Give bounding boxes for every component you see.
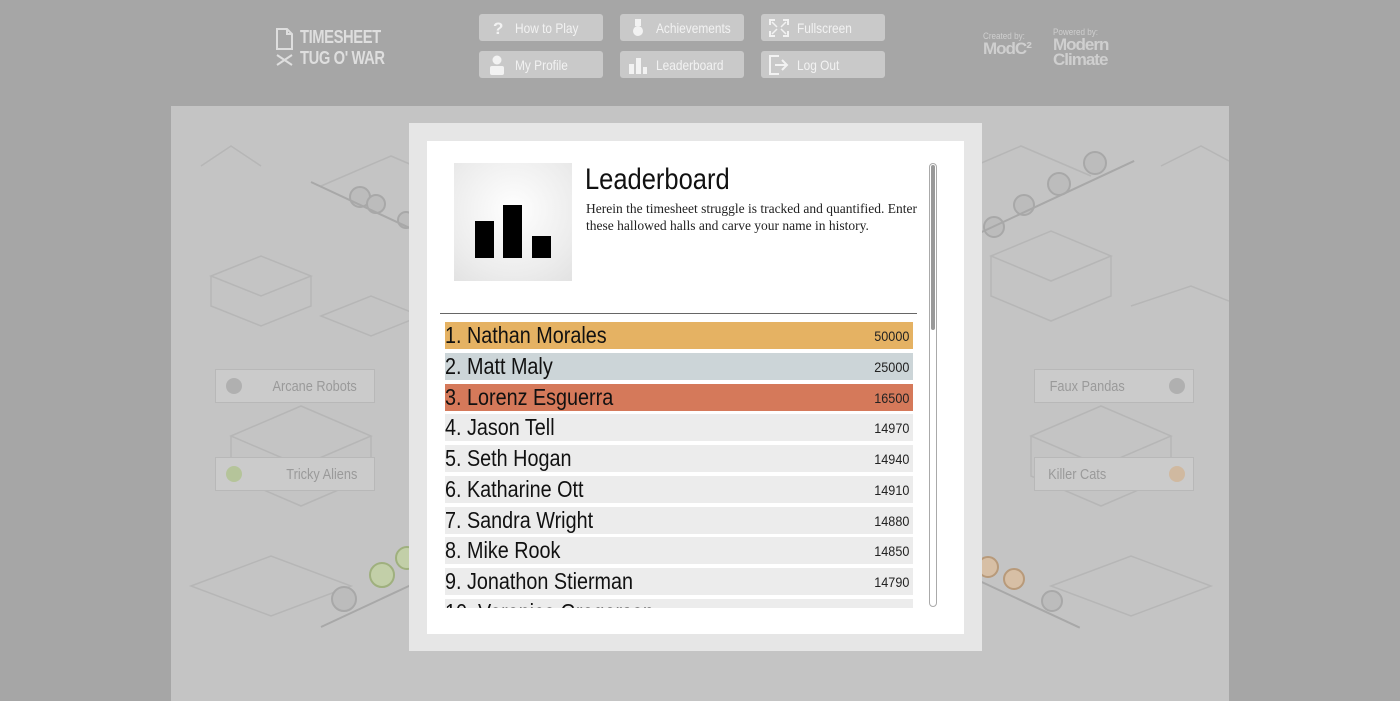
leaderboard-icon [454,163,572,281]
leaderboard-row: 8. Mike Rook 14850 [445,537,913,564]
leaderboard-row: 3. Lorenz Esguerra 16500 [445,384,913,411]
how-to-play-button[interactable]: ? How to Play [479,14,603,41]
team-name: Arcane Robots [272,377,357,395]
leaderboard-row: 5. Seth Hogan 14940 [445,445,913,472]
player-score: 14850 [874,542,910,559]
cat-character [1003,568,1025,590]
fullscreen-button[interactable]: Fullscreen [761,14,885,41]
leaderboard-icon-bar [532,236,551,258]
powered-by-credit[interactable]: Powered by: Modern Climate [1053,27,1109,69]
created-by-label: Created by: [983,31,1025,41]
leaderboard-row: 9. Jonathon Stierman 14790 [445,568,913,595]
created-by-credit[interactable]: Created by: ModC² [983,31,1032,58]
player-rank-name: 7. Sandra Wright [445,507,594,533]
alien-character [369,562,395,588]
svg-text:?: ? [493,19,503,37]
alien-character [331,586,357,612]
player-rank-name: 8. Mike Rook [445,537,561,563]
leaderboard-row: 1. Nathan Morales 50000 [445,322,913,349]
cat-icon [1169,466,1185,482]
scissors-icon [276,54,293,66]
how-to-play-label: How to Play [515,19,579,36]
modal-description: Herein the timesheet struggle is tracked… [586,201,918,233]
leaderboard-label: Leaderboard [656,56,724,73]
log-out-button[interactable]: Log Out [761,51,885,78]
player-rank-name: 1. Nathan Morales [445,322,607,348]
player-rank-name: 2. Matt Maly [445,353,553,379]
divider [440,313,917,314]
question-icon: ? [479,14,515,41]
scrollbar-thumb[interactable] [931,165,935,330]
team-tag-killer-cats[interactable]: Killer Cats [1034,457,1194,491]
leaderboard-icon-bar [475,221,494,258]
leaderboard-scrollbar[interactable] [929,163,937,607]
fullscreen-icon [761,14,797,41]
modc2-logo: ModC² [983,39,1032,58]
panda-icon [1169,378,1185,394]
player-rank-name: 6. Katharine Ott [445,476,584,502]
player-rank-name: 4. Jason Tell [445,414,555,440]
panda-character [1083,151,1107,175]
modern-climate-logo-line2: Climate [1053,50,1108,69]
leaderboard-button[interactable]: Leaderboard [620,51,744,78]
modal-title: Leaderboard [585,163,730,196]
alien-icon [226,466,242,482]
player-score: 16500 [874,389,910,406]
team-tag-tricky-aliens[interactable]: Tricky Aliens [215,457,375,491]
player-score: 14940 [874,450,910,467]
leaderboard-icon [620,51,656,78]
leaderboard-row: 10. Veronica Gregerson 13760 [445,599,913,608]
logo-text-line1: TIMESHEET [300,27,381,47]
player-score: 13760 [874,605,913,609]
log-out-label: Log Out [797,56,840,73]
player-rank-name: 3. Lorenz Esguerra [445,384,614,410]
player-rank-name: 10. Veronica Gregerson [445,599,654,608]
player-rank-name: 5. Seth Hogan [445,445,572,471]
team-name: Faux Pandas [1049,377,1125,395]
document-icon [276,28,293,50]
team-tag-arcane-robots[interactable]: Arcane Robots [215,369,375,403]
achievements-button[interactable]: Achievements [620,14,744,41]
leaderboard-row: 4. Jason Tell 14970 [445,414,913,441]
my-profile-label: My Profile [515,56,568,73]
team-tag-faux-pandas[interactable]: Faux Pandas [1034,369,1194,403]
logout-icon [761,51,797,78]
game-logo: TIMESHEET TUG O' WAR [276,26,386,68]
robot-icon [226,378,242,394]
medal-icon [620,14,656,41]
player-score: 14970 [874,419,910,436]
leaderboard-row: 6. Katharine Ott 14910 [445,476,913,503]
player-score: 14790 [874,573,910,590]
achievements-label: Achievements [656,19,731,36]
leaderboard-row: 7. Sandra Wright 14880 [445,507,913,534]
player-score: 14880 [874,512,910,529]
user-icon [479,51,515,78]
player-rank-name: 9. Jonathon Stierman [445,568,634,594]
leaderboard-icon-bar [503,205,522,258]
powered-by-label: Powered by: [1053,27,1099,37]
player-score: 50000 [874,327,910,344]
logo-text-line2: TUG O' WAR [300,48,385,68]
cat-character [1041,590,1063,612]
player-score: 14910 [874,481,910,498]
fullscreen-label: Fullscreen [797,19,852,36]
my-profile-button[interactable]: My Profile [479,51,603,78]
leaderboard-list[interactable]: 1. Nathan Morales 50000 2. Matt Maly 250… [445,320,913,608]
player-score: 25000 [874,358,910,375]
leaderboard-row: 2. Matt Maly 25000 [445,353,913,380]
team-name: Tricky Aliens [286,465,358,483]
team-name: Killer Cats [1048,465,1107,483]
